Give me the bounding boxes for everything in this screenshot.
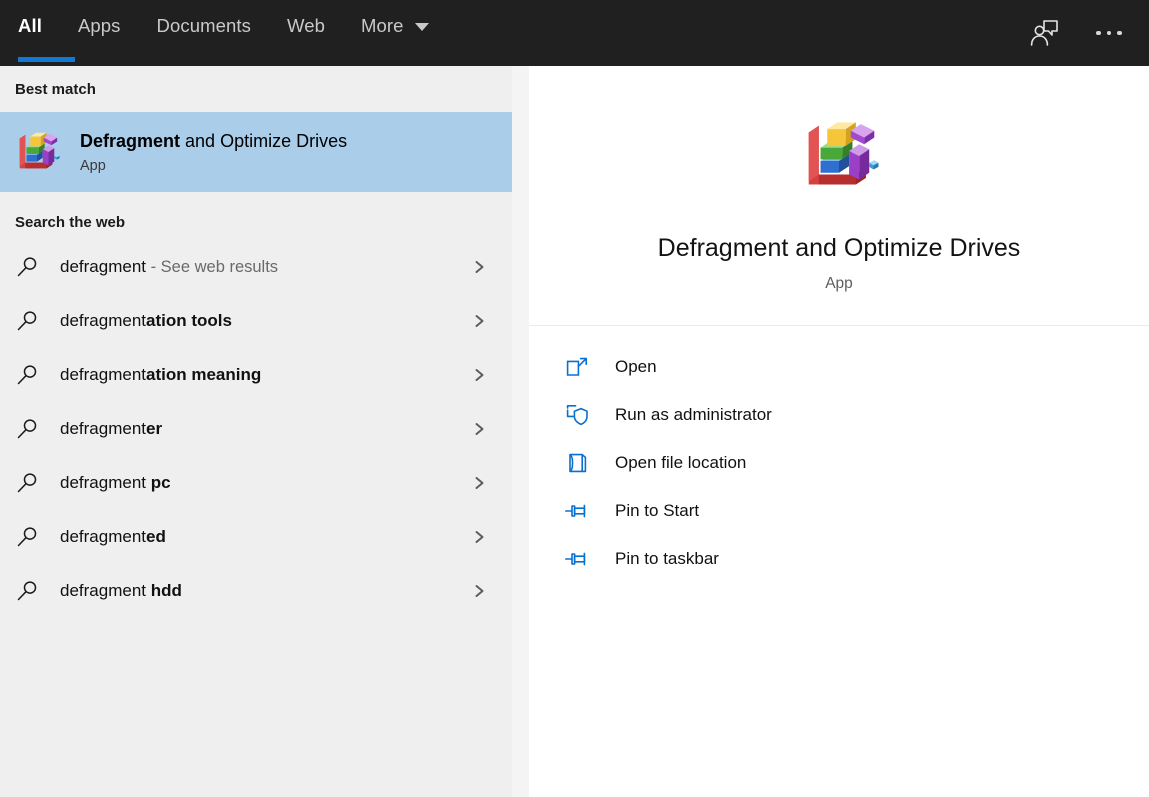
open-external-icon [565,355,589,379]
list-item[interactable]: defragmented [0,510,512,564]
list-item-label: defragment hdd [60,581,182,601]
best-match-title: Defragment and Optimize Drives [80,130,347,153]
action-pin-to-start-label: Pin to Start [615,501,699,521]
list-item[interactable]: defragmentation meaning [0,348,512,402]
list-item[interactable]: defragment - See web results [0,240,512,294]
suggestion-bold: pc [151,473,171,492]
more-options-button[interactable] [1083,7,1135,59]
list-item[interactable]: defragment hdd [0,564,512,618]
chevron-right-icon [473,369,486,382]
search-header: All Apps Documents Web More [0,0,1149,66]
shield-icon [565,403,589,427]
best-match-title-rest: and Optimize Drives [180,131,347,151]
feedback-button[interactable] [1019,7,1071,59]
chevron-right-icon [473,261,486,274]
list-item[interactable]: defragmenter [0,402,512,456]
search-icon [17,310,39,332]
list-item-label: defragment pc [60,473,171,493]
list-item-label: defragmented [60,527,166,547]
tab-more[interactable]: More [361,0,447,66]
chevron-right-icon [473,531,486,544]
pin-icon [565,547,589,571]
chevron-down-icon [415,23,429,31]
search-icon [17,580,39,602]
search-icon [17,526,39,548]
suggestion-plain: defragment [60,581,151,600]
results-panel: Best match [0,66,512,797]
folder-icon [565,451,589,475]
preview-panel: Defragment and Optimize Drives App Open [529,66,1149,797]
list-item[interactable]: defragment pc [0,456,512,510]
chevron-right-icon [473,477,486,490]
search-icon [17,364,39,386]
suggestion-bold: ation tools [146,311,232,330]
action-pin-to-taskbar[interactable]: Pin to taskbar [529,535,1149,583]
list-item-label: defragmentation tools [60,311,232,331]
panel-gutter [512,66,529,797]
action-open[interactable]: Open [529,343,1149,391]
tab-web[interactable]: Web [287,0,343,66]
suggestion-plain: defragment [60,311,146,330]
search-icon [17,418,39,440]
action-pin-to-taskbar-label: Pin to taskbar [615,549,719,569]
chevron-right-icon [473,315,486,328]
tab-documents-label: Documents [157,0,251,36]
suggestion-plain: defragment [60,527,146,546]
tab-apps-label: Apps [78,0,121,36]
suggestion-bold: hdd [151,581,182,600]
header-actions [1019,0,1149,66]
preview-hero: Defragment and Optimize Drives App [529,66,1149,293]
tab-apps[interactable]: Apps [78,0,139,66]
best-match-result[interactable]: Defragment and Optimize Drives App [0,112,512,192]
action-run-as-administrator[interactable]: Run as administrator [529,391,1149,439]
tab-documents[interactable]: Documents [157,0,269,66]
action-run-as-administrator-label: Run as administrator [615,405,772,425]
tab-all-label: All [18,0,42,36]
suggestion-plain: defragment [60,365,146,384]
suggestion-bold: er [146,419,162,438]
web-suggestion-list: defragment - See web results defragmenta… [0,240,512,618]
suggestion-plain: defragment [60,473,151,492]
tab-more-label: More [361,0,404,36]
action-open-label: Open [615,357,657,377]
best-match-title-bold: Defragment [80,131,180,151]
best-match-heading: Best match [0,66,512,98]
list-item-label: defragmentation meaning [60,365,261,385]
search-icon [17,472,39,494]
app-action-list: Open Run as administrator [529,326,1149,583]
preview-subtitle: App [825,275,853,293]
action-open-file-location[interactable]: Open file location [529,439,1149,487]
search-filter-tabs: All Apps Documents Web More [0,0,465,66]
suggestion-bold: ed [146,527,166,546]
suggestion-plain: defragment [60,257,146,276]
list-item-label: defragmenter [60,419,162,439]
active-tab-indicator [18,57,75,62]
chevron-right-icon [473,423,486,436]
windows-search-flyout: All Apps Documents Web More [0,0,1149,797]
action-pin-to-start[interactable]: Pin to Start [529,487,1149,535]
suggestion-bold: ation meaning [146,365,261,384]
best-match-subtitle: App [80,158,347,174]
defrag-app-icon [791,114,887,198]
list-item[interactable]: defragmentation tools [0,294,512,348]
chevron-right-icon [473,585,486,598]
action-open-file-location-label: Open file location [615,453,746,473]
suggestion-suffix: - See web results [146,258,278,276]
page-title: Defragment and Optimize Drives [658,234,1021,263]
search-web-heading: Search the web [0,214,512,231]
best-match-text: Defragment and Optimize Drives App [80,130,347,174]
pin-icon [565,499,589,523]
defrag-app-icon [13,128,61,176]
list-item-label: defragment - See web results [60,257,278,277]
suggestion-plain: defragment [60,419,146,438]
ellipsis-icon [1096,31,1122,36]
feedback-person-icon [1030,19,1060,47]
tab-all[interactable]: All [18,0,42,66]
tab-web-label: Web [287,0,325,36]
search-icon [17,256,39,278]
